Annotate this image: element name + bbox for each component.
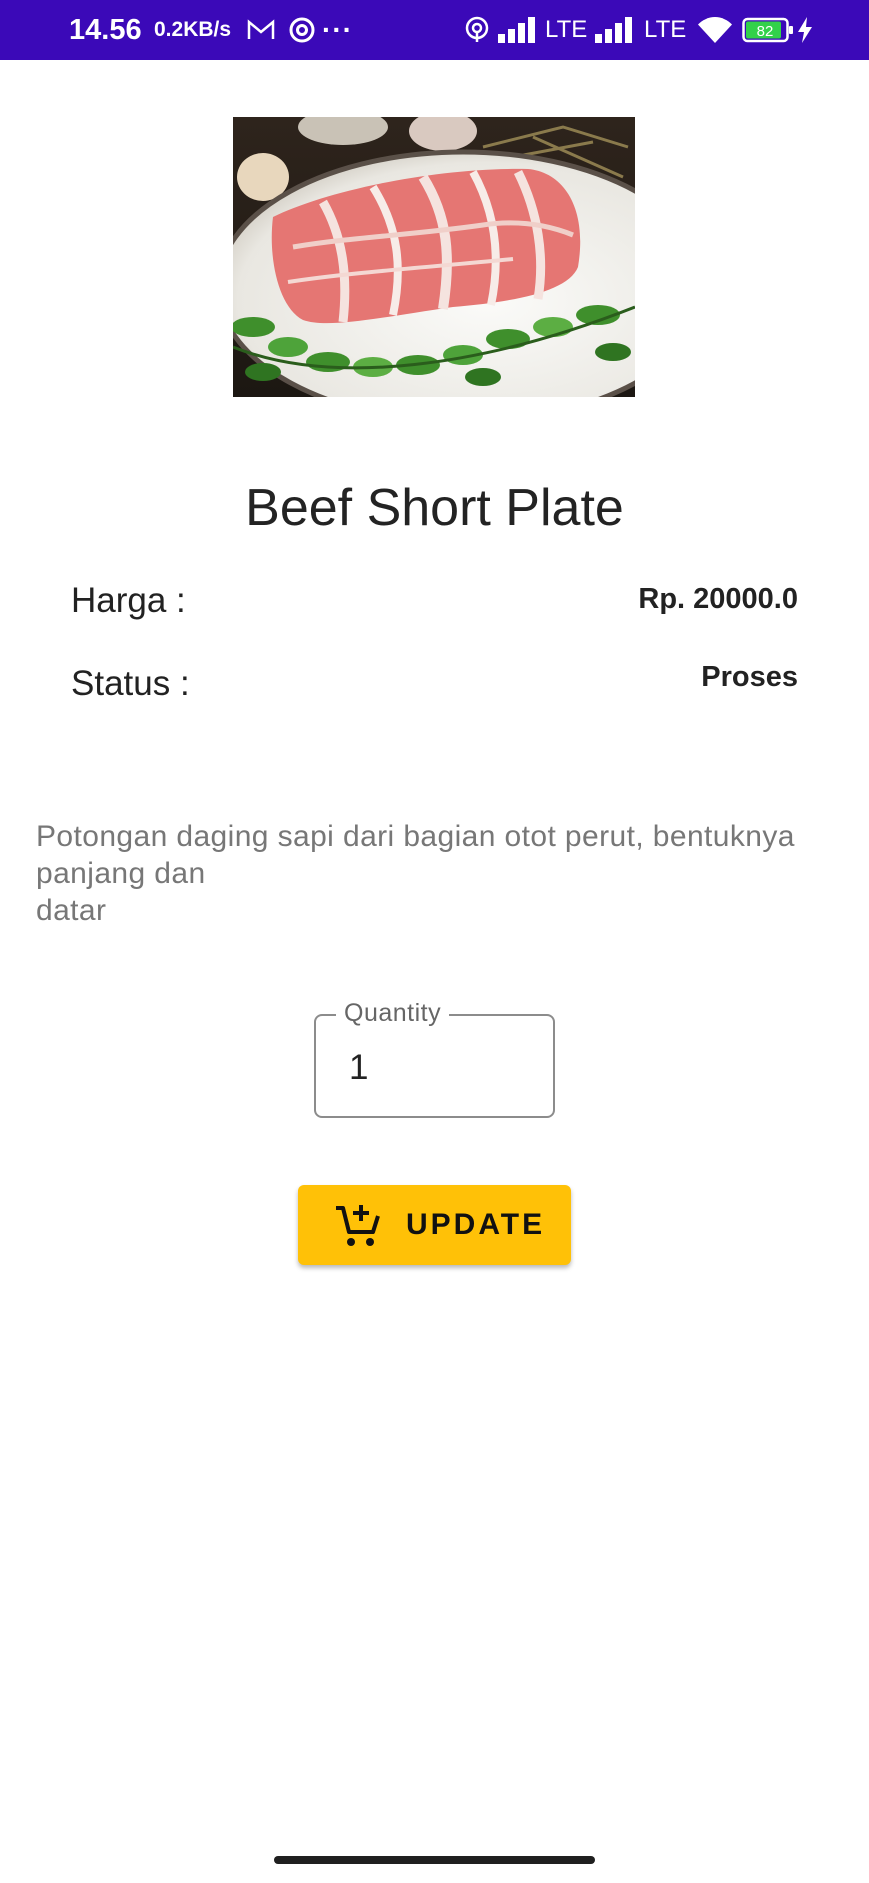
price-label: Harga : [71, 581, 186, 620]
status-bar: 14.56 0.2KB/s ··· LTE LTE 82 [0, 0, 869, 60]
signal-icon [594, 0, 634, 60]
status-net-speed: 0.2KB/s [154, 18, 232, 41]
status-more: ··· [322, 14, 353, 45]
quantity-label: Quantity [336, 999, 450, 1028]
at-icon [288, 0, 316, 60]
update-button[interactable]: UPDATE [298, 1185, 571, 1265]
signal-icon [497, 0, 537, 60]
home-indicator[interactable] [274, 1856, 595, 1864]
add-to-cart-icon [336, 1205, 380, 1246]
charging-icon [797, 0, 813, 60]
hotspot-icon [464, 0, 490, 60]
quantity-input[interactable] [349, 1046, 529, 1090]
product-name: Beef Short Plate [245, 479, 624, 537]
mail-icon [247, 0, 275, 60]
lte-label: LTE [644, 16, 687, 43]
battery-icon: 82 [742, 0, 794, 60]
quantity-field[interactable]: Quantity [314, 999, 555, 1118]
battery-level: 82 [757, 23, 774, 40]
beef-photo [233, 117, 635, 397]
price-value: Rp. 20000.0 [638, 583, 798, 615]
product-description: Potongan daging sapi dari bagian otot pe… [36, 820, 795, 927]
lte-label: LTE [545, 16, 588, 43]
status-label: Status : [71, 664, 190, 703]
product-image [233, 117, 635, 397]
status-time: 14.56 [69, 13, 142, 46]
update-button-label: UPDATE [406, 1208, 546, 1241]
status-value: Proses [701, 661, 798, 693]
wifi-icon [698, 0, 732, 60]
